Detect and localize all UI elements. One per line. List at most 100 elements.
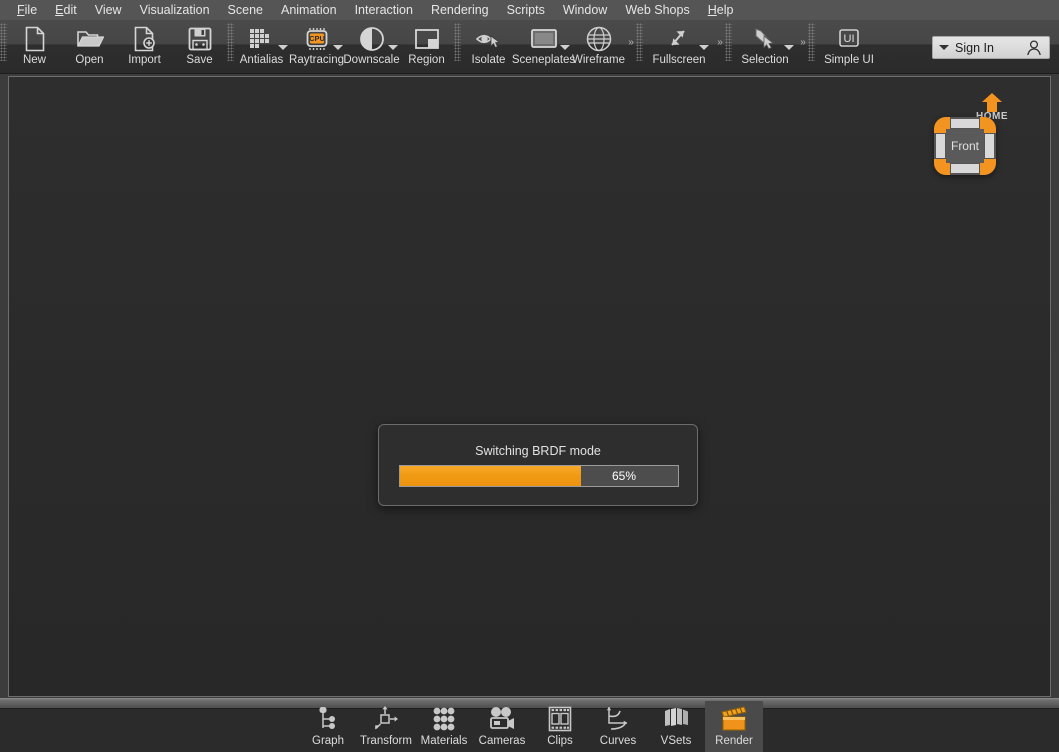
toolbar-button-antialias[interactable]: Antialias: [234, 21, 289, 74]
menu-item-scripts[interactable]: Scripts: [498, 1, 554, 19]
simple-ui-icon: UI: [834, 25, 864, 53]
toolbar-button-raytracing[interactable]: CPU Raytracing: [289, 21, 344, 74]
toolbar-grip-5[interactable]: [725, 23, 732, 61]
bottom-label-materials: Materials: [420, 735, 468, 747]
toolbar-button-import[interactable]: Import: [117, 21, 172, 74]
bottom-label-clips: Clips: [547, 735, 573, 747]
sign-in-button[interactable]: Sign In: [932, 36, 1050, 59]
toolbar-grip[interactable]: [0, 23, 7, 61]
chevron-down-icon-sceneplates[interactable]: [560, 45, 570, 50]
sceneplate-rectangle-icon: [529, 25, 559, 53]
menu-item-file[interactable]: File: [8, 1, 46, 19]
progress-bar-label: 65%: [611, 469, 636, 483]
variant-sets-icon: [660, 704, 692, 734]
bottom-label-render: Render: [715, 735, 753, 747]
menu-bar: File Edit View Visualization Scene Anima…: [0, 0, 1059, 21]
bottom-toolbar: Graph Transform Materials Cameras Clips …: [0, 701, 1059, 752]
open-folder-icon: [75, 25, 105, 53]
bottom-label-transform: Transform: [360, 735, 412, 747]
toolbar-overflow-chevron-2[interactable]: »: [715, 23, 725, 61]
bottom-button-materials[interactable]: Materials: [415, 701, 473, 752]
toolbar-button-simple-ui[interactable]: UI Simple UI: [815, 21, 883, 74]
bottom-label-curves: Curves: [599, 735, 637, 747]
toolbar-button-fullscreen[interactable]: Fullscreen: [643, 21, 715, 74]
fullscreen-arrows-icon: [664, 25, 694, 53]
cpu-chip-icon: CPU: [302, 25, 332, 53]
bottom-button-cameras[interactable]: Cameras: [473, 701, 531, 752]
toolbar-group-display: Isolate Sceneplates Wireframe: [461, 21, 626, 74]
toolbar-label-open: Open: [75, 54, 104, 66]
chevron-down-icon-downscale[interactable]: [388, 45, 398, 50]
toolbar-label-new: New: [22, 54, 46, 66]
selection-cursor-icon: [750, 25, 780, 53]
toolbar-overflow-chevron-3[interactable]: »: [798, 23, 808, 61]
toolbar-grip-4[interactable]: [636, 23, 643, 61]
viewcube-edge-top[interactable]: [951, 119, 979, 128]
toolbar-button-sceneplates[interactable]: Sceneplates: [512, 21, 575, 74]
toolbar-label-region: Region: [408, 54, 445, 66]
chevron-down-icon-raytracing[interactable]: [333, 45, 343, 50]
toolbar-grip-2[interactable]: [227, 23, 234, 61]
viewcube-face-label[interactable]: Front: [946, 129, 984, 163]
application-window: File Edit View Visualization Scene Anima…: [0, 0, 1059, 752]
menu-item-interaction[interactable]: Interaction: [346, 1, 422, 19]
toolbar-button-downscale[interactable]: Downscale: [343, 21, 400, 74]
svg-text:CPU: CPU: [309, 34, 325, 43]
chevron-down-icon-selection[interactable]: [784, 45, 794, 50]
toolbar-button-isolate[interactable]: Isolate: [461, 21, 516, 74]
toolbar-grip-3[interactable]: [454, 23, 461, 61]
region-rectangle-icon: [412, 25, 442, 53]
menu-item-visualization[interactable]: Visualization: [131, 1, 219, 19]
toolbar-button-new[interactable]: New: [7, 21, 62, 74]
materials-dots-icon: [428, 704, 460, 734]
toolbar-label-selection: Selection: [741, 54, 789, 66]
menu-item-view[interactable]: View: [86, 1, 131, 19]
bottom-button-transform[interactable]: Transform: [357, 701, 415, 752]
menu-item-rendering[interactable]: Rendering: [422, 1, 498, 19]
toolbar-button-selection[interactable]: Selection: [732, 21, 798, 74]
half-circle-icon: [357, 25, 387, 53]
chevron-down-icon-fullscreen[interactable]: [699, 45, 709, 50]
sign-in-label: Sign In: [955, 40, 994, 55]
viewcube-edge-left[interactable]: [936, 134, 945, 158]
viewcube-edge-right[interactable]: [985, 134, 994, 158]
menu-item-scene[interactable]: Scene: [219, 1, 272, 19]
viewcube[interactable]: Front: [934, 117, 996, 175]
user-person-icon: [1025, 39, 1043, 57]
menu-item-help[interactable]: Help: [699, 1, 743, 19]
eye-cursor-icon: [474, 25, 504, 53]
toolbar-label-isolate: Isolate: [471, 54, 506, 66]
bottom-button-graph[interactable]: Graph: [299, 701, 357, 752]
viewcube-edge-bottom[interactable]: [951, 164, 979, 173]
movie-camera-icon: [486, 704, 518, 734]
bottom-button-curves[interactable]: Curves: [589, 701, 647, 752]
wireframe-globe-icon: [584, 25, 614, 53]
render-viewport[interactable]: [9, 77, 1050, 696]
bottom-button-render[interactable]: Render: [705, 701, 763, 752]
clapperboard-icon: [718, 704, 750, 734]
toolbar-button-region[interactable]: Region: [399, 21, 454, 74]
toolbar-label-raytracing: Raytracing: [289, 54, 344, 66]
menu-item-web-shops[interactable]: Web Shops: [616, 1, 698, 19]
bottom-label-vsets: VSets: [660, 735, 692, 747]
toolbar-overflow-chevron-1[interactable]: »: [626, 23, 636, 61]
menu-item-window[interactable]: Window: [554, 1, 616, 19]
bottom-label-graph: Graph: [312, 735, 344, 747]
chevron-down-icon-signin[interactable]: [939, 45, 949, 50]
menu-item-animation[interactable]: Animation: [272, 1, 346, 19]
new-document-icon: [20, 25, 50, 53]
bottom-button-vsets[interactable]: VSets: [647, 701, 705, 752]
toolbar-group-render-settings: Antialias CPU Raytracing Downscale Regio…: [234, 21, 454, 74]
bottom-label-cameras: Cameras: [478, 735, 526, 747]
toolbar-button-save[interactable]: Save: [172, 21, 227, 74]
node-graph-icon: [312, 704, 344, 734]
svg-text:UI: UI: [844, 33, 855, 45]
transform-gizmo-icon: [370, 704, 402, 734]
toolbar-button-wireframe[interactable]: Wireframe: [571, 21, 626, 74]
save-floppy-icon: [185, 25, 215, 53]
toolbar-button-open[interactable]: Open: [62, 21, 117, 74]
bottom-button-clips[interactable]: Clips: [531, 701, 589, 752]
toolbar-grip-6[interactable]: [808, 23, 815, 61]
menu-item-edit[interactable]: Edit: [46, 1, 86, 19]
chevron-down-icon-antialias[interactable]: [278, 45, 288, 50]
